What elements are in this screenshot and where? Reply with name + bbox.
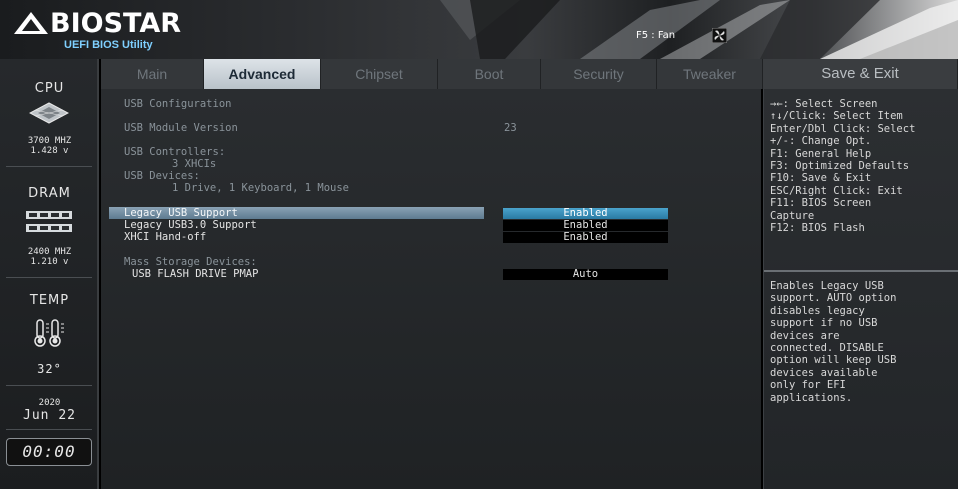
tab-tweaker[interactable]: Tweaker <box>657 59 763 89</box>
key-help-line: Enter/Dbl Click: Select <box>770 122 916 135</box>
usb-module-version-value: 23 <box>504 122 517 134</box>
usb-module-version-label: USB Module Version <box>124 122 238 134</box>
tab-chipset[interactable]: Chipset <box>321 59 438 89</box>
key-help-line: F10: Save & Exit <box>770 172 872 185</box>
sidebar-divider <box>6 277 92 278</box>
key-help-line: ESC/Right Click: Exit <box>770 184 903 197</box>
description-line: option will keep USB <box>770 354 897 367</box>
description-line: only for EFI <box>770 379 846 392</box>
key-help-line: F3: Optimized Defaults <box>770 160 910 172</box>
key-help-line: F11: BIOS Screen <box>770 197 872 210</box>
description-line: applications. <box>770 391 853 404</box>
legacy-usb3-support-value[interactable]: Enabled <box>503 220 668 231</box>
description-line: connected. DISABLE <box>770 342 884 354</box>
key-help-line: F12: BIOS Flash <box>770 222 865 234</box>
cpu-chip-icon <box>29 102 69 124</box>
fan-icon[interactable] <box>712 28 727 43</box>
system-info-sidebar: CPU 3700 MHZ 1.428 v DRAM 2400 MHZ 1.210… <box>0 59 99 489</box>
description-line: support. AUTO option <box>770 292 897 305</box>
description-line: Enables Legacy USB <box>770 280 884 292</box>
biostar-logo: BIOSTAR UEFI BIOS Utility <box>14 6 184 51</box>
section-title: USB Configuration <box>124 98 232 110</box>
cpu-voltage: 1.428 v <box>30 146 69 156</box>
key-help-line: +/-: Change Opt. <box>770 135 872 148</box>
legacy-usb3-support-label[interactable]: Legacy USB3.0 Support <box>124 219 257 231</box>
description-line: devices are <box>770 329 840 342</box>
usb-controllers-value: 3 XHCIs <box>172 158 217 170</box>
description-line: disables legacy <box>770 304 865 317</box>
dram-voltage: 1.210 v <box>30 257 69 267</box>
temp-label: TEMP <box>29 293 70 308</box>
key-help-line: F1: General Help <box>770 147 872 160</box>
brand-name: BIOSTAR <box>50 8 182 39</box>
key-help-line: →←: Select Screen <box>770 98 878 110</box>
thermometer-icon <box>34 319 64 347</box>
menu-tab-bar: Main Advanced Chipset Boot Security Twea… <box>101 59 958 89</box>
mass-storage-label: Mass Storage Devices: <box>124 256 257 268</box>
dram-frequency: 2400 MHZ <box>27 247 72 257</box>
sidebar-divider <box>6 429 92 430</box>
xhci-handoff-label[interactable]: XHCI Hand-off <box>124 231 206 243</box>
tab-security[interactable]: Security <box>541 59 657 89</box>
legacy-usb-support-label[interactable]: Legacy USB Support <box>124 207 238 219</box>
key-help-line: ↑↓/Click: Select Item <box>770 110 903 123</box>
xhci-handoff-value[interactable]: Enabled <box>503 232 668 243</box>
key-help-line: Capture <box>770 209 815 222</box>
biostar-logo-icon <box>14 12 48 34</box>
tab-main[interactable]: Main <box>101 59 204 89</box>
usb-devices-label: USB Devices: <box>124 170 200 182</box>
description-line: support if no USB <box>770 317 878 330</box>
date-year: 2020 <box>38 398 61 408</box>
fan-hotkey-hint: F5 : Fan <box>636 30 676 41</box>
brand-subtitle: UEFI BIOS Utility <box>64 39 153 51</box>
tab-boot[interactable]: Boot <box>438 59 541 89</box>
sidebar-divider <box>6 166 92 167</box>
legacy-usb-support-value[interactable]: Enabled <box>503 208 668 219</box>
header-banner: BIOSTAR UEFI BIOS Utility F5 : Fan <box>0 0 958 59</box>
usb-flash-drive-label[interactable]: USB FLASH DRIVE PMAP <box>132 268 258 280</box>
help-panel: →←: Select Screen ↑↓/Click: Select Item … <box>763 89 958 489</box>
cpu-frequency: 3700 MHZ <box>27 136 72 146</box>
usb-flash-drive-value[interactable]: Auto <box>503 269 668 280</box>
description-line: devices available <box>770 366 878 379</box>
sidebar-divider <box>6 385 92 386</box>
temp-value: 32° <box>37 362 62 376</box>
tab-advanced[interactable]: Advanced <box>204 59 321 89</box>
clock-display: 00:00 <box>6 438 92 466</box>
usb-configuration-panel: USB Configuration USB Module Version 23 … <box>101 89 761 489</box>
usb-controllers-label: USB Controllers: <box>124 146 226 158</box>
help-divider <box>764 270 958 272</box>
usb-devices-value: 1 Drive, 1 Keyboard, 1 Mouse <box>172 182 350 194</box>
dram-label: DRAM <box>28 186 71 201</box>
dram-module-icon <box>26 211 72 232</box>
date-month-day: Jun 22 <box>23 408 76 423</box>
cpu-label: CPU <box>34 81 65 96</box>
tab-save-exit[interactable]: Save & Exit <box>763 59 958 89</box>
